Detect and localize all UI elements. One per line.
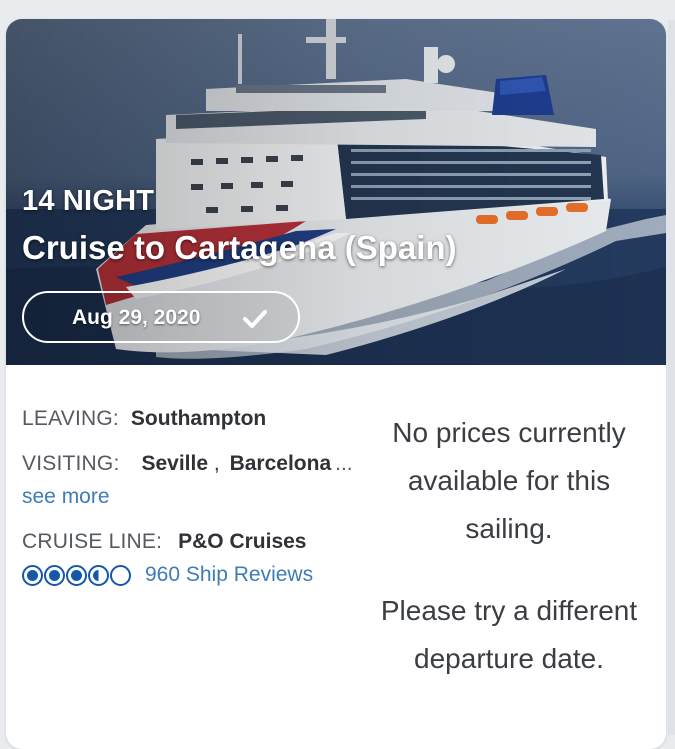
cruise-nights: 14 NIGHT	[22, 185, 155, 217]
visiting-ellipsis: ...	[335, 452, 353, 475]
visiting-label: VISITING:	[22, 452, 120, 475]
leaving-label: LEAVING:	[22, 407, 119, 430]
cruise-card[interactable]: 14 NIGHT Cruise to Cartagena (Spain) Aug…	[6, 19, 666, 749]
see-more-link[interactable]: see more	[22, 485, 110, 508]
ship-image[interactable]: 14 NIGHT Cruise to Cartagena (Spain) Aug…	[6, 19, 666, 365]
checkmark-icon	[243, 310, 267, 328]
rating-row: 960 Ship Reviews	[22, 563, 313, 587]
leaving-row: LEAVING: Southampton	[22, 407, 266, 431]
visiting-row: VISITING: Seville , Barcelona...	[22, 452, 353, 476]
cruise-line-label: CRUISE LINE:	[22, 530, 163, 553]
try-different-date-message: Please try a different departure date.	[380, 595, 638, 674]
no-prices-message: No prices currently available for this s…	[392, 417, 626, 544]
cruise-line-name: P&O Cruises	[178, 530, 307, 553]
ship-reviews-link[interactable]: 960 Ship Reviews	[145, 563, 313, 587]
rating-bubble-empty-icon	[110, 564, 131, 586]
rating-bubble-half-icon	[88, 564, 109, 586]
visiting-port: Barcelona	[229, 452, 332, 475]
rating-bubble-full-icon	[22, 564, 43, 586]
see-more-row: see more	[22, 485, 110, 509]
departure-date-button[interactable]: Aug 29, 2020	[22, 291, 300, 343]
departure-date: Aug 29, 2020	[72, 306, 201, 329]
rating-bubble-full-icon	[44, 564, 65, 586]
rating-bubble-full-icon	[66, 564, 87, 586]
cruise-title[interactable]: Cruise to Cartagena (Spain)	[22, 229, 457, 267]
cruise-line-row: CRUISE LINE: P&O Cruises	[22, 530, 307, 554]
page-scrollbar[interactable]	[668, 20, 675, 735]
visiting-port: Seville	[141, 452, 209, 475]
leaving-port: Southampton	[130, 407, 267, 430]
rating-bubbles	[22, 564, 131, 586]
visiting-separator: ,	[213, 452, 220, 475]
